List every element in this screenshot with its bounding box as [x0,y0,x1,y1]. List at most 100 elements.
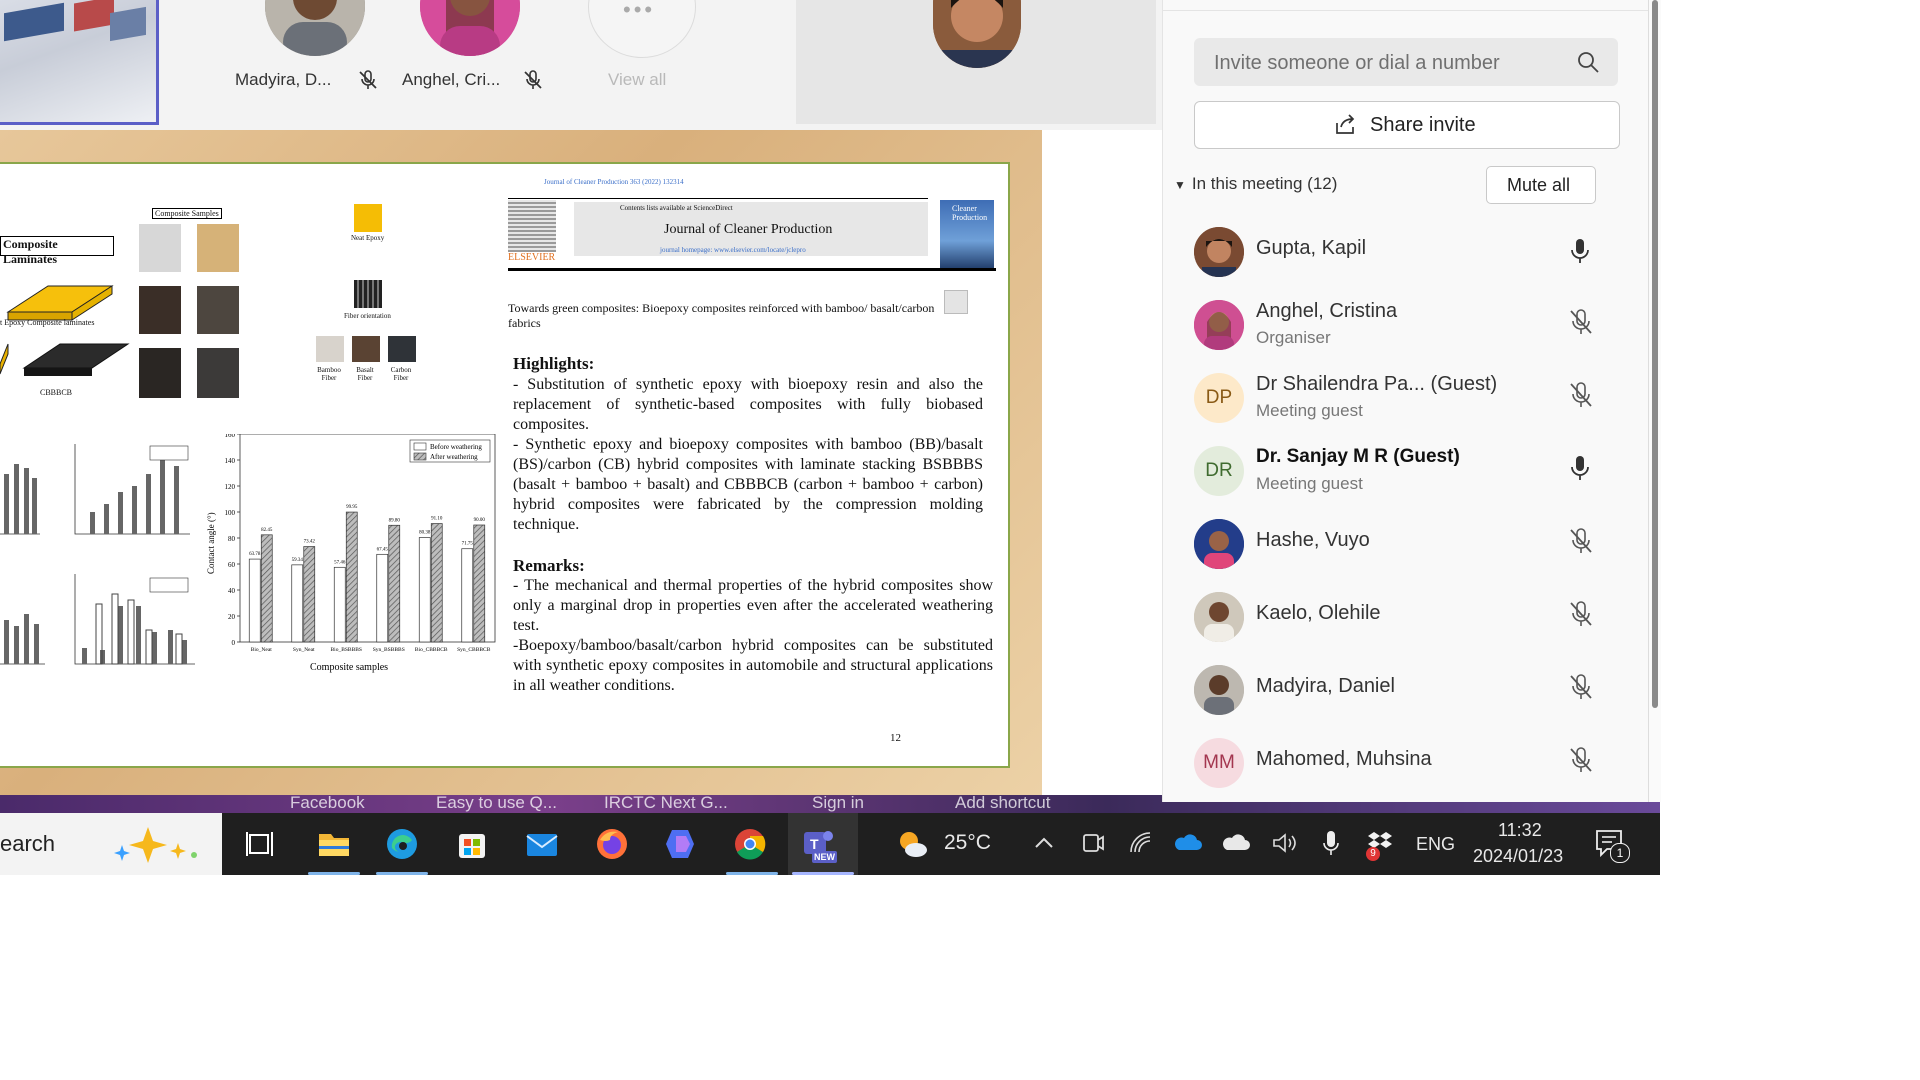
divider [508,198,928,199]
running-indicator [308,872,360,875]
participant-tile-anghel[interactable]: Anghel, Cri... [402,0,542,100]
mic-off-icon[interactable] [1568,673,1594,701]
participant-row[interactable]: Hashe, Vuyo [1194,511,1634,583]
language-indicator[interactable]: ENG [1416,834,1455,855]
publisher-label: ELSEVIER [508,252,556,263]
x-tick-label: Syn_BSBBBS [373,647,405,653]
meet-now-icon[interactable] [1080,830,1106,856]
view-all-button[interactable]: ••• View all [588,0,728,100]
fiber-label: Basalt Fiber [356,366,374,382]
carbon-fiber-swatch [388,336,416,362]
bar-value-label: 99.95 [346,505,358,510]
self-video-tile[interactable] [0,0,159,125]
background-picture [4,2,64,42]
highlight-item: - Substitution of synthetic epoxy with b… [513,376,983,433]
journal-title: Journal of Cleaner Production [664,222,833,237]
mic-off-icon[interactable] [1568,381,1594,409]
participant-tile-speaker[interactable] [796,0,1156,124]
onedrive-personal-icon[interactable] [1222,830,1250,856]
panel-scrollbar[interactable] [1648,0,1661,802]
volume-icon[interactable] [1270,830,1298,856]
participant-name: Anghel, Cri... [402,70,501,89]
mic-off-icon[interactable] [1568,527,1594,555]
network-icon[interactable] [1128,830,1154,856]
microphone-icon[interactable] [1320,829,1342,857]
participant-row[interactable]: MM Mahomed, Muhsina [1194,730,1634,802]
running-indicator [792,872,854,875]
mail-icon[interactable] [524,826,560,862]
participant-row[interactable]: DP Dr Shailendra Pa... (Guest) Meeting g… [1194,365,1634,437]
participant-row[interactable]: Gupta, Kapil [1194,219,1634,291]
elsevier-logo [508,200,556,252]
x-tick-label: Syn_CBBBCB [457,647,491,653]
participant-row[interactable]: DR Dr. Sanjay M R (Guest) Meeting guest [1194,438,1634,510]
onedrive-icon[interactable] [1174,830,1202,856]
bar-value-label: 91.10 [431,517,443,522]
weather-partly-cloudy-icon[interactable] [894,826,930,862]
participant-name: Hashe, Vuyo [1256,529,1370,551]
remark-item: - The mechanical and thermal properties … [513,577,993,634]
clock-time[interactable]: 11:32 [1498,820,1542,841]
share-icon [1336,114,1355,134]
task-view-icon[interactable] [242,826,278,862]
legend-swatch-after [413,452,427,461]
y-tick-label: 140 [225,457,236,465]
clock-date[interactable]: 2024/01/23 [1473,846,1563,867]
mic-off-icon[interactable] [1568,308,1594,336]
bookmark-item[interactable]: Sign in [812,795,864,813]
mic-off-icon[interactable] [1568,600,1594,628]
bar-before-weathering [376,553,389,643]
copilot-icon[interactable] [662,826,698,862]
participant-row[interactable]: Anghel, Cristina Organiser [1194,292,1634,364]
participant-row[interactable]: Madyira, Daniel [1194,657,1634,729]
fiber-label: Carbon Fiber [390,366,412,382]
participant-name: Madyira, D... [235,70,332,89]
avatar [933,0,1021,68]
mic-off-icon[interactable] [1568,746,1594,774]
avatar: DR [1194,446,1244,496]
bookmark-item[interactable]: Add shortcut [955,795,1050,813]
taskbar-search[interactable]: earch [0,813,222,875]
bar-value-label: 63.78 [249,552,261,557]
y-tick-label: 40 [228,587,236,595]
bookmark-item[interactable]: IRCTC Next G... [604,795,728,813]
invite-box [1194,38,1618,88]
chevron-up-icon[interactable] [1030,829,1058,857]
invite-input[interactable] [1194,38,1576,88]
participant-name: Kaelo, Olehile [1256,602,1381,624]
weather-temp[interactable]: 25°C [944,831,991,855]
microphone-icon[interactable] [1568,454,1592,482]
microsoft-store-icon[interactable] [454,826,490,862]
contents-available: Contents lists available at ScienceDirec… [620,204,733,212]
firefox-icon[interactable] [594,826,630,862]
bookmark-item[interactable]: Facebook [290,795,365,813]
avatar: DP [1194,373,1244,423]
page-number: 12 [890,732,901,744]
scrollbar-thumb[interactable] [1652,0,1658,708]
composite-laminates-label: Composite Laminates [0,236,114,266]
share-invite-button[interactable]: Share invite [1194,101,1620,149]
mute-all-button[interactable]: Mute all [1486,166,1596,204]
participant-tile-madyira[interactable]: Madyira, D... [235,0,377,100]
avatar: MM [1194,738,1244,788]
y-axis-label: Contact angle (°) [206,512,216,574]
participant-role: Meeting guest [1256,474,1363,493]
avatar-initials: MM [1203,752,1235,773]
bar-before-weathering [333,566,346,643]
in-meeting-toggle[interactable]: ▼ In this meeting (12) [1174,174,1337,194]
participant-row[interactable]: Kaelo, Olehile [1194,584,1634,656]
search-icon[interactable] [1576,50,1600,74]
remarks-list: - The mechanical and thermal properties … [513,576,993,696]
x-tick-label: Bio_Neat [251,647,273,653]
chrome-icon[interactable] [732,826,768,862]
bar-before-weathering [418,537,431,643]
highlights-heading: Highlights: [513,354,595,373]
bookmark-item[interactable]: Easy to use Q... [436,795,557,813]
edge-icon[interactable] [384,826,420,862]
bar-value-label: 80.38 [419,531,431,536]
microphone-icon[interactable] [1568,237,1592,265]
file-explorer-icon[interactable] [316,826,352,862]
legend-swatch-before [413,442,427,451]
mic-off-icon [359,70,377,89]
presentation-slide: Composite Laminates t Epoxy Composite la… [0,162,1010,768]
